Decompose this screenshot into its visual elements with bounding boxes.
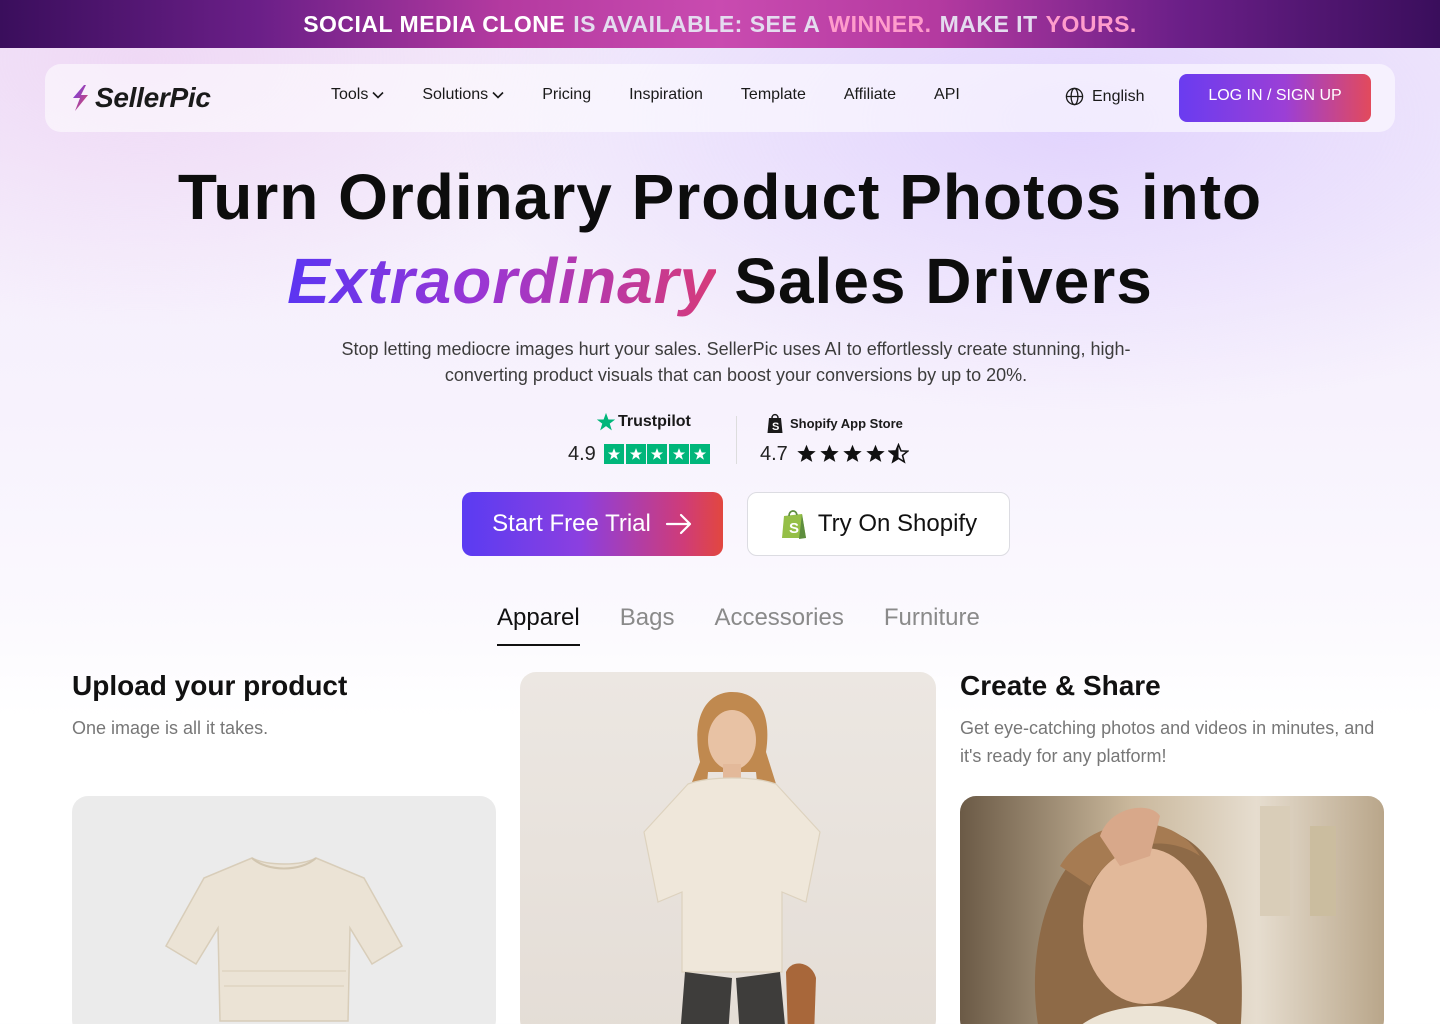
hero-title-line2: Extraordinary Sales Drivers: [0, 244, 1440, 318]
trustpilot-star-icon: [596, 412, 616, 431]
upload-description: One image is all it takes.: [72, 718, 269, 738]
nav-pricing[interactable]: Pricing: [542, 86, 591, 104]
star-icon: [843, 444, 862, 462]
svg-text:S: S: [772, 421, 779, 433]
shopify-brand: Shopify App Store: [790, 415, 903, 431]
promo-banner[interactable]: SOCIAL MEDIA CLONE IS AVAILABLE: SEE A W…: [0, 0, 1440, 48]
language-label: English: [1092, 87, 1145, 105]
banner-text-1: SOCIAL MEDIA CLONE: [303, 10, 566, 37]
star-icon: [866, 444, 885, 462]
language-selector[interactable]: English: [1065, 87, 1144, 106]
globe-icon: [1065, 87, 1084, 106]
shopify-bag-icon: S: [767, 413, 783, 433]
navbar: SellerPic Tools Solutions Pricing Inspir…: [45, 64, 1395, 132]
create-share-description: Get eye-catching photos and videos in mi…: [960, 718, 1375, 766]
trustpilot-brand: Trustpilot: [618, 413, 691, 430]
product-image: [72, 796, 496, 1024]
star-icon: [647, 444, 668, 464]
nav-tools[interactable]: Tools: [331, 86, 384, 104]
star-icon: [604, 444, 624, 464]
nav-inspiration[interactable]: Inspiration: [629, 86, 703, 104]
lifestyle-photo: [960, 796, 1384, 1024]
chevron-down-icon: [492, 91, 504, 99]
hero-subtitle: Stop letting mediocre images hurt your s…: [341, 339, 1131, 385]
shopify-app-store-logo: S Shopify App Store: [766, 412, 903, 434]
login-signup-button[interactable]: LOG IN / SIGN UP: [1179, 74, 1371, 122]
star-icon: [625, 444, 646, 464]
nav-solutions[interactable]: Solutions: [422, 86, 504, 104]
banner-text-5: YOURS.: [1045, 10, 1137, 37]
banner-text-4: MAKE IT: [939, 10, 1038, 37]
svg-text:S: S: [789, 520, 799, 537]
tab-accessories[interactable]: Accessories: [714, 604, 843, 646]
trustpilot-stars: [604, 444, 712, 464]
nav-tools-label: Tools: [331, 86, 369, 103]
shopify-score: 4.7: [760, 443, 788, 465]
model-illustration: [643, 692, 821, 1024]
start-free-trial-button[interactable]: Start Free Trial: [462, 492, 723, 556]
half-star-icon: [888, 443, 909, 464]
star-icon: [797, 444, 816, 462]
shirt-illustration: [164, 857, 404, 1022]
banner-text-2: IS AVAILABLE: SEE A: [573, 10, 821, 37]
lifestyle-illustration: [1034, 806, 1336, 1024]
chevron-down-icon: [372, 91, 384, 99]
logo-text: SellerPic: [95, 82, 211, 113]
ratings-row: Trustpilot 4.9 S Shopify App Store 4.7: [0, 412, 1440, 468]
category-tabs: Apparel Bags Accessories Furniture: [497, 604, 1020, 646]
try-on-shopify-button[interactable]: S Try On Shopify: [747, 492, 1010, 556]
shopify-stars: [796, 443, 911, 464]
upload-title: Upload your product: [72, 670, 348, 701]
star-icon: [668, 444, 689, 464]
banner-text-3: WINNER.: [828, 10, 932, 37]
nav-links: Tools Solutions Pricing Inspiration Temp…: [331, 86, 998, 104]
nav-affiliate[interactable]: Affiliate: [844, 86, 896, 104]
model-photo: [520, 672, 936, 1024]
nav-template[interactable]: Template: [741, 86, 806, 104]
start-free-trial-label: Start Free Trial: [492, 510, 651, 537]
ratings-divider: [736, 416, 737, 464]
nav-solutions-label: Solutions: [422, 86, 489, 103]
tab-bags[interactable]: Bags: [620, 604, 675, 646]
hero-title-line1: Turn Ordinary Product Photos into: [177, 161, 1263, 233]
logo[interactable]: SellerPic: [69, 82, 211, 114]
arrow-right-icon: [665, 513, 691, 535]
tab-apparel[interactable]: Apparel: [497, 604, 580, 646]
create-share-title: Create & Share: [960, 670, 1161, 701]
bolt-logo-icon: [73, 85, 88, 111]
trustpilot-logo: Trustpilot: [596, 412, 691, 432]
trustpilot-score: 4.9: [568, 443, 596, 465]
try-on-shopify-label: Try On Shopify: [817, 510, 978, 537]
star-icon: [690, 444, 711, 464]
hero-title-rest: Sales Drivers: [734, 245, 1153, 317]
star-icon: [820, 444, 839, 462]
hero-title-accent: Extraordinary: [287, 245, 717, 317]
shopify-logo-icon: S: [781, 510, 806, 539]
tab-furniture[interactable]: Furniture: [884, 604, 980, 646]
nav-api[interactable]: API: [934, 86, 960, 104]
